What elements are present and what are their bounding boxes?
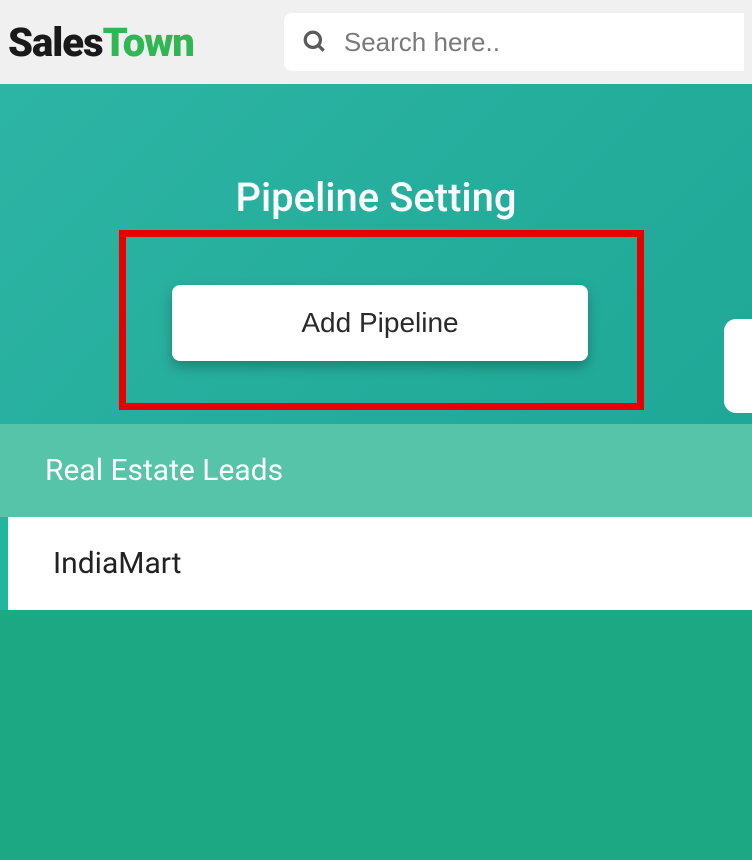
header: SalesTown	[0, 0, 752, 84]
logo-part1: Sales	[8, 19, 103, 66]
search-container[interactable]	[284, 13, 744, 71]
pipeline-item-indiamart[interactable]: IndiaMart	[0, 517, 752, 610]
pipeline-item-real-estate[interactable]: Real Estate Leads	[0, 424, 752, 517]
side-shape	[724, 319, 752, 413]
bottom-area	[0, 610, 752, 860]
logo-part2: Town	[103, 19, 194, 66]
search-input[interactable]	[344, 27, 726, 58]
search-icon	[302, 29, 328, 55]
pipeline-list: Real Estate Leads IndiaMart	[0, 424, 752, 610]
pipeline-item-label: IndiaMart	[53, 546, 181, 581]
pipeline-item-label: Real Estate Leads	[45, 453, 283, 488]
page-title: Pipeline Setting	[235, 174, 516, 221]
logo[interactable]: SalesTown	[8, 19, 194, 66]
highlight-annotation	[119, 230, 644, 410]
